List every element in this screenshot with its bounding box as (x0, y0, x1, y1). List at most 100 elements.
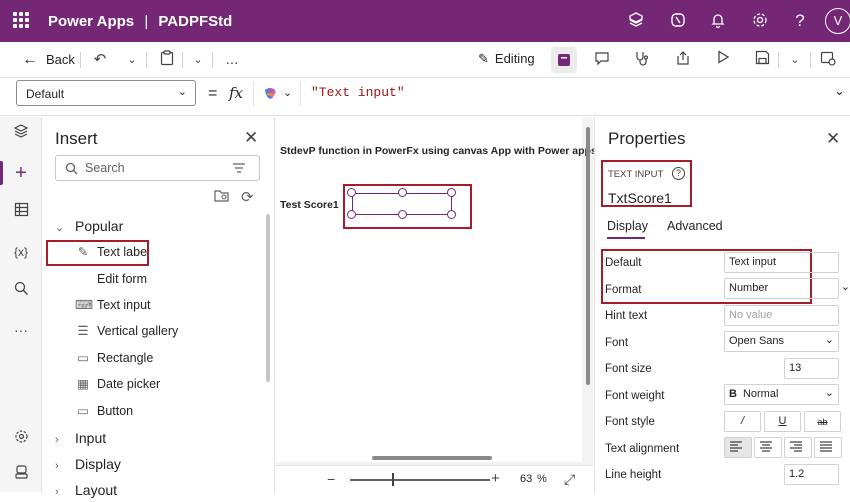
stethoscope-icon[interactable] (632, 50, 652, 70)
divider (80, 52, 81, 68)
insert-item-text-input[interactable]: ⌨ Text input (75, 295, 151, 315)
filter-icon[interactable] (232, 163, 246, 173)
italic-button[interactable]: / (724, 411, 761, 432)
property-dropdown[interactable]: Default ⌄ (16, 80, 196, 106)
save-icon[interactable] (752, 50, 772, 70)
waffle-icon[interactable] (13, 12, 29, 28)
font-weight-dropdown[interactable]: B Normal ⌄ (724, 384, 839, 405)
comment-icon[interactable] (592, 50, 612, 70)
help-icon[interactable]: ? (790, 11, 810, 31)
item-label: Text input (97, 298, 151, 312)
zoom-slider[interactable] (350, 473, 490, 486)
variables-icon[interactable]: {x} (10, 241, 32, 263)
play-icon[interactable] (713, 50, 733, 70)
browse-folder-icon[interactable] (214, 189, 230, 206)
gear-icon[interactable] (750, 11, 770, 31)
avatar[interactable]: V (825, 8, 850, 34)
group-display[interactable]: › Display (55, 454, 121, 476)
group-layout[interactable]: › Layout (55, 480, 117, 502)
prop-label-line-height: Line height (605, 469, 662, 481)
underline-button[interactable]: U (764, 411, 801, 432)
gallery-icon: ☰ (77, 324, 89, 338)
more-icon[interactable]: ... (222, 50, 242, 70)
group-popular[interactable]: ⌄ Popular (55, 216, 123, 238)
font-value: Open Sans (729, 335, 785, 347)
app-name: Power Apps (48, 13, 135, 30)
zoom-in-button[interactable]: + (491, 470, 500, 487)
insert-icon[interactable]: + (10, 162, 32, 184)
divider (212, 52, 213, 68)
font-size-field[interactable]: 13 (784, 358, 839, 379)
format-dropdown[interactable]: Number ⌄ (724, 278, 850, 299)
insert-item-date-picker[interactable]: ▦ Date picker (75, 374, 160, 394)
pencil-icon: ✎ (478, 51, 489, 66)
hint-text-field[interactable]: No value (724, 305, 839, 326)
document-name[interactable]: PADPFStd (158, 13, 232, 30)
bell-icon[interactable] (708, 11, 728, 31)
chevron-down-icon[interactable]: ⌄ (785, 50, 805, 70)
data-icon[interactable] (10, 202, 32, 224)
paste-icon[interactable] (157, 50, 177, 70)
group-input[interactable]: › Input (55, 428, 106, 450)
insert-panel: Insert ✕ Search ⟳ ⌄ Popular ✎ Text label E… (42, 117, 275, 498)
formula-bar: Default ⌄ = fx ⌄ "Text input" ⌄ (0, 78, 850, 116)
refresh-icon[interactable]: ⟳ (241, 188, 254, 206)
expand-formula-icon[interactable]: ⌄ (834, 83, 845, 99)
align-center-button[interactable] (754, 437, 782, 458)
line-height-field[interactable]: 1.2 (784, 464, 839, 485)
tab-advanced[interactable]: Advanced (667, 219, 723, 233)
search-icon[interactable] (10, 281, 32, 303)
close-icon[interactable]: ✕ (826, 129, 840, 149)
title-bar: Power Apps | PADPFStd ? V (0, 0, 850, 42)
horizontal-scrollbar[interactable] (372, 456, 492, 460)
back-arrow-icon: ← (22, 51, 38, 68)
insert-item-button[interactable]: ▭ Button (75, 401, 133, 421)
tab-display[interactable]: Display (607, 219, 648, 233)
fit-to-window-icon[interactable]: ⤢ (564, 471, 575, 488)
formula-input[interactable]: "Text input" (303, 80, 825, 106)
align-justify-button[interactable] (814, 437, 842, 458)
app-checker-button[interactable] (551, 47, 577, 73)
chevron-down-icon[interactable]: ⌄ (188, 50, 208, 70)
group-label: Input (75, 430, 107, 446)
tree-view-icon[interactable] (10, 123, 32, 145)
search-input[interactable]: Search (55, 155, 260, 181)
screen-heading[interactable]: StdevP function in PowerFx using canvas … (280, 145, 597, 157)
zoom-thumb[interactable] (392, 473, 394, 486)
share-icon[interactable] (673, 50, 693, 70)
scrollbar[interactable] (266, 214, 270, 382)
text-input-control[interactable] (347, 188, 456, 219)
font-dropdown[interactable]: Open Sans ⌄ (724, 331, 839, 352)
strikethrough-button[interactable]: ab (804, 411, 841, 432)
more-icon[interactable]: ··· (10, 319, 32, 341)
close-icon[interactable]: ✕ (244, 128, 258, 148)
back-button[interactable]: ← Back (22, 51, 75, 69)
editing-button[interactable]: ✎ Editing (478, 51, 535, 67)
copilot-icon[interactable] (668, 11, 688, 31)
align-left-button[interactable] (724, 437, 752, 458)
default-field[interactable]: Text input (724, 252, 839, 273)
score-label[interactable]: Test Score1 (280, 199, 339, 211)
chevron-down-icon[interactable]: ⌄ (122, 50, 142, 70)
insert-item-edit-form[interactable]: Edit form (75, 269, 147, 289)
zoom-out-button[interactable]: − (327, 471, 335, 487)
settings-icon[interactable] (10, 429, 32, 451)
zoom-unit: % (537, 473, 547, 485)
divider (778, 52, 779, 68)
copilot-formula-button[interactable]: ⌄ (253, 81, 301, 106)
virtual-agent-icon[interactable] (10, 464, 32, 486)
insert-item-vertical-gallery[interactable]: ☰ Vertical gallery (75, 321, 178, 341)
insert-item-rectangle[interactable]: ▭ Rectangle (75, 348, 153, 368)
chevron-down-icon: ⌄ (55, 222, 65, 234)
info-icon[interactable]: ? (672, 167, 685, 180)
canvas-area: StdevP function in PowerFx using canvas … (276, 117, 597, 492)
publish-icon[interactable] (818, 50, 838, 70)
environment-icon[interactable] (626, 11, 646, 31)
control-name[interactable]: TxtScore1 (608, 190, 672, 206)
align-right-button[interactable] (784, 437, 812, 458)
undo-icon[interactable]: ↶ (90, 50, 110, 70)
vertical-scrollbar[interactable] (586, 127, 590, 385)
app-screen[interactable]: StdevP function in PowerFx using canvas … (276, 117, 597, 462)
copilot-icon (265, 88, 276, 99)
chevron-right-icon: › (55, 460, 59, 472)
